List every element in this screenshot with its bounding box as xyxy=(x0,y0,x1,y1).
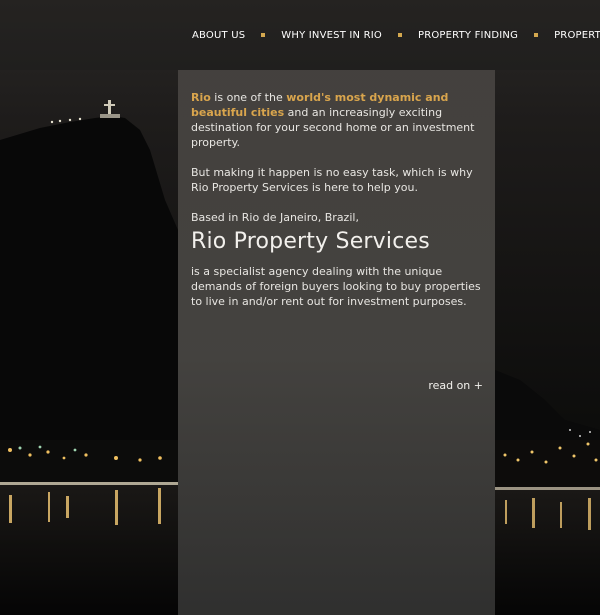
read-more-link[interactable]: read on + xyxy=(428,379,483,392)
intro-content: Rio is one of the world's most dynamic a… xyxy=(191,90,483,324)
nav-separator xyxy=(534,32,539,37)
nav-separator xyxy=(397,32,402,37)
nav-item-property-finding[interactable]: PROPERTY FINDING xyxy=(418,30,518,41)
brand-heading: Rio Property Services xyxy=(191,229,430,254)
help-paragraph: But making it happen is no easy task, wh… xyxy=(191,166,473,194)
top-navigation: ABOUT US WHY INVEST IN RIO PROPERTY FIND… xyxy=(0,0,600,70)
nav-item-why-invest-in-rio[interactable]: WHY INVEST IN RIO xyxy=(281,30,382,41)
nav-item-property[interactable]: PROPERTY xyxy=(554,30,600,41)
nav-menu: ABOUT US WHY INVEST IN RIO PROPERTY FIND… xyxy=(192,30,600,41)
city-name: Rio xyxy=(191,91,211,104)
agency-description: is a specialist agency dealing with the … xyxy=(191,265,481,308)
intro-paragraph: Rio is one of the world's most dynamic a… xyxy=(191,91,475,149)
nav-separator xyxy=(261,32,266,37)
nav-item-about-us[interactable]: ABOUT US xyxy=(192,30,245,41)
location-paragraph: Based in Rio de Janeiro, Brazil, xyxy=(191,211,359,224)
content-panel: Rio is one of the world's most dynamic a… xyxy=(178,70,495,615)
